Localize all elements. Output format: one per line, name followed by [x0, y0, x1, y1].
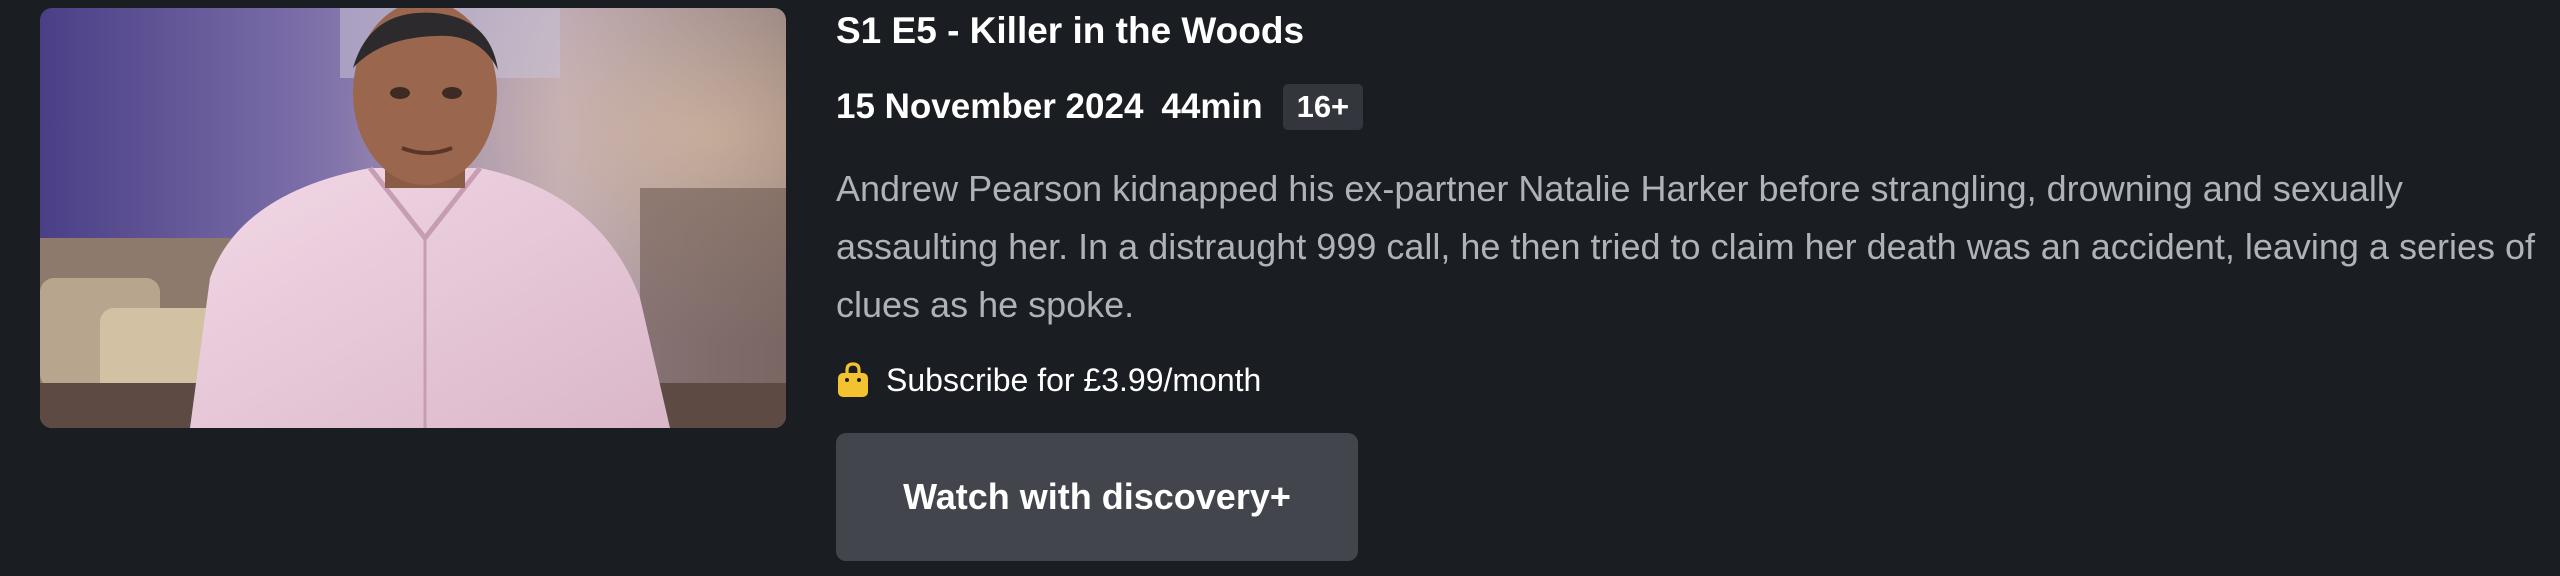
episode-meta: 15 November 2024 44min 16+: [836, 82, 1364, 132]
age-rating-badge: 16+: [1282, 84, 1364, 130]
subscription-offer: Subscribe for £3.99/month: [836, 355, 1261, 405]
episode-thumbnail-image: [40, 8, 786, 428]
episode-row: S1 E5 - Killer in the Woods 15 November …: [0, 0, 2560, 576]
shopping-bag-icon: [836, 362, 870, 398]
release-date: 15 November 2024: [836, 87, 1144, 126]
watch-with-discovery-button[interactable]: Watch with discovery+: [836, 433, 1358, 561]
episode-synopsis: Andrew Pearson kidnapped his ex-partner …: [836, 168, 2536, 325]
subscription-offer-text: Subscribe for £3.99/month: [886, 361, 1262, 398]
episode-thumbnail[interactable]: [40, 8, 786, 428]
episode-title[interactable]: S1 E5 - Killer in the Woods: [836, 10, 1304, 52]
duration: 44min: [1161, 87, 1263, 126]
